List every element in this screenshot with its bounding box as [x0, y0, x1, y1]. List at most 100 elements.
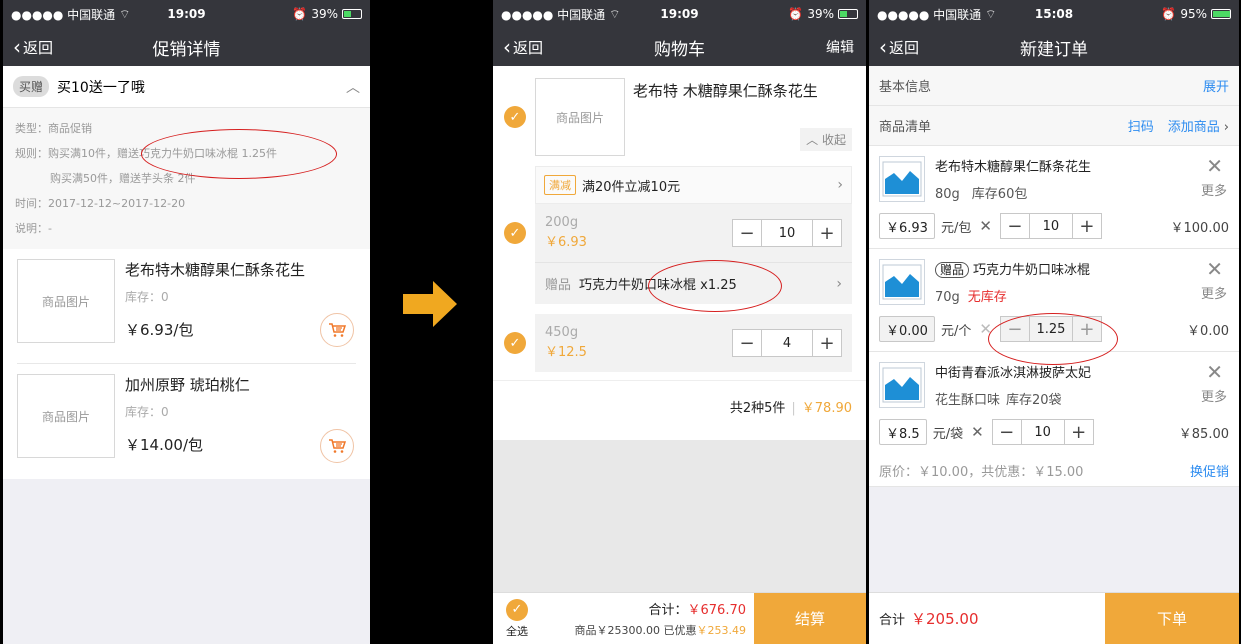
decrement-button[interactable]: −: [993, 420, 1021, 444]
flow-arrow-icon: [403, 281, 457, 327]
total-amount: ￥205.00: [911, 610, 979, 628]
wifi-icon: ⌔: [119, 6, 131, 21]
alarm-icon: ⏰: [788, 7, 804, 21]
collapse-button[interactable]: ︿ 收起: [800, 128, 852, 151]
close-icon[interactable]: ✕: [1206, 360, 1223, 384]
more-link[interactable]: 更多: [1201, 386, 1227, 405]
sku-check-icon[interactable]: ✓: [504, 332, 526, 354]
product-price: ￥6.93/包: [125, 321, 194, 339]
item-count: 共2种5件: [729, 401, 786, 416]
multiply-icon: ✕: [979, 320, 992, 338]
original-price-text: 原价：￥10.00，共优惠：￥15.00: [879, 464, 1084, 480]
gift-line[interactable]: 赠品 巧克力牛奶口味冰棍 x1.25 ›: [535, 262, 852, 304]
new-order-screen: ●●●●● 中国联通 ⌔ 15:08 ⏰ 95% ‹ 返回 新建订单 基本信息 展开 …: [869, 0, 1239, 644]
sku-row: ✓ 450g ￥12.5 − 4 +: [504, 314, 852, 372]
cart-product: ✓ 商品图片 老布特 木糖醇果仁酥条花生 ︿ 收起: [493, 66, 866, 166]
gift-name: 巧克力牛奶口味冰棍 x1.25: [579, 278, 737, 293]
order-footer: 合计 ￥205.00 下单: [869, 592, 1239, 644]
battery-icon: [342, 9, 362, 19]
quantity-value[interactable]: 10: [1020, 420, 1065, 444]
add-to-cart-button[interactable]: [320, 429, 354, 463]
summary-amount: ￥78.90: [801, 401, 852, 416]
product-name: 加州原野 琥珀桃仁: [125, 376, 250, 394]
basic-info-label: 基本信息: [879, 80, 932, 95]
status-bar: ●●●●● 中国联通 ⌔ 15:08 ⏰ 95%: [869, 0, 1239, 28]
list-item[interactable]: 商品图片 加州原野 琥珀桃仁 库存：0 ￥14.00/包: [17, 364, 356, 479]
product-spec: 80g: [935, 187, 960, 202]
submit-order-button[interactable]: 下单: [1105, 593, 1239, 644]
battery-icon: [1211, 9, 1231, 19]
product-check-icon[interactable]: ✓: [504, 106, 526, 128]
line-amount: ￥0.00: [1187, 323, 1229, 339]
footer-totals: 合计：￥676.70 商品￥25300.00 已优惠￥253.49: [541, 593, 754, 644]
cart-icon: [329, 439, 346, 453]
quantity-stepper: − 10 +: [732, 219, 842, 247]
scan-link[interactable]: 扫码: [1128, 116, 1154, 135]
promo-info: 类型：商品促销 规则：购买满10件，赠送巧克力牛奶口味冰棍 1.25件 购买满5…: [3, 108, 370, 249]
promo-header[interactable]: 买赠 买10送一了哦 ︿: [3, 66, 370, 108]
close-icon[interactable]: ✕: [1206, 154, 1223, 178]
increment-button[interactable]: +: [813, 330, 841, 356]
carrier-label: ●●●●● 中国联通: [501, 7, 606, 22]
right-arrow-icon: ›: [837, 177, 843, 193]
sku-price: ￥12.5: [545, 345, 587, 360]
product-stock: 库存：0: [125, 405, 169, 419]
promo-line[interactable]: 满减 满20件立减10元 ›: [535, 166, 852, 204]
product-name: 老布特 木糖醇果仁酥条花生: [633, 82, 818, 100]
chevron-up-icon[interactable]: ︿: [346, 77, 360, 97]
quantity-value[interactable]: 10: [761, 220, 813, 246]
checkout-button[interactable]: 结算: [754, 593, 866, 644]
increment-button[interactable]: +: [1073, 317, 1101, 341]
wifi-icon: ⌔: [609, 6, 621, 21]
back-label: 返回: [889, 38, 920, 57]
unit-label: 元/个: [940, 323, 972, 339]
product-image-placeholder: 商品图片: [17, 259, 115, 343]
add-to-cart-button[interactable]: [320, 313, 354, 347]
product-list: 商品图片 老布特木糖醇果仁酥条花生 库存：0 ￥6.93/包 商品图片 加州原野…: [3, 249, 370, 479]
quantity-value[interactable]: 10: [1028, 214, 1073, 238]
multiply-icon: ✕: [979, 217, 992, 235]
increment-button[interactable]: +: [1065, 420, 1093, 444]
decrement-button[interactable]: −: [733, 220, 761, 246]
increment-button[interactable]: +: [1073, 214, 1101, 238]
decrement-button[interactable]: −: [1001, 317, 1029, 341]
list-item: 中街青春派冰淇淋披萨太妃 花生酥口味 库存20袋 ✕ 更多 ￥8.5 元/袋 ✕ …: [869, 352, 1239, 487]
select-all-label: 全选: [506, 624, 528, 638]
product-image-placeholder: 商品图片: [535, 78, 625, 156]
decrement-button[interactable]: −: [733, 330, 761, 356]
back-button[interactable]: ‹ 返回: [879, 37, 919, 58]
product-stock: 无库存: [967, 290, 1007, 305]
total-label: 合计：: [648, 603, 688, 618]
unit-label: 元/包: [940, 220, 972, 236]
sku-row: ✓ 200g ￥6.93 − 10 +: [504, 204, 852, 262]
decrement-button[interactable]: −: [1001, 214, 1029, 238]
unit-price-field[interactable]: ￥6.93: [879, 213, 935, 239]
select-all-button[interactable]: ✓ 全选: [493, 593, 541, 644]
add-product-link[interactable]: 添加商品 ›: [1168, 116, 1229, 135]
quantity-value[interactable]: 4: [761, 330, 813, 356]
quantity-stepper: − 10 +: [999, 213, 1102, 239]
image-placeholder-icon: [879, 362, 925, 408]
back-button[interactable]: ‹ 返回: [13, 37, 53, 58]
close-icon[interactable]: ✕: [1206, 257, 1223, 281]
product-stock: 库存60包: [971, 187, 1028, 202]
product-price: ￥14.00/包: [125, 436, 203, 454]
edit-button[interactable]: 编辑: [826, 37, 854, 57]
unit-price-field[interactable]: ￥8.5: [879, 419, 927, 445]
quantity-value[interactable]: 1.25: [1028, 317, 1073, 341]
increment-button[interactable]: +: [813, 220, 841, 246]
back-button[interactable]: ‹ 返回: [503, 37, 543, 58]
product-name: 巧克力牛奶口味冰棍: [973, 263, 1091, 278]
more-link[interactable]: 更多: [1201, 283, 1227, 302]
sku-check-icon[interactable]: ✓: [504, 222, 526, 244]
total-amount: ￥676.70: [687, 603, 747, 618]
alarm-icon: ⏰: [292, 7, 308, 21]
list-item[interactable]: 商品图片 老布特木糖醇果仁酥条花生 库存：0 ￥6.93/包: [17, 249, 356, 364]
product-name: 中街青春派冰淇淋披萨太妃: [935, 366, 1092, 381]
price-summary-row: 原价：￥10.00，共优惠：￥15.00 换促销: [879, 454, 1229, 486]
goods-label: 商品￥25300.00 已优惠: [574, 624, 697, 637]
expand-link[interactable]: 展开: [1203, 76, 1229, 95]
more-link[interactable]: 更多: [1201, 180, 1227, 199]
chevron-right-icon: ›: [1223, 120, 1229, 135]
switch-promo-link[interactable]: 换促销: [1190, 461, 1229, 480]
